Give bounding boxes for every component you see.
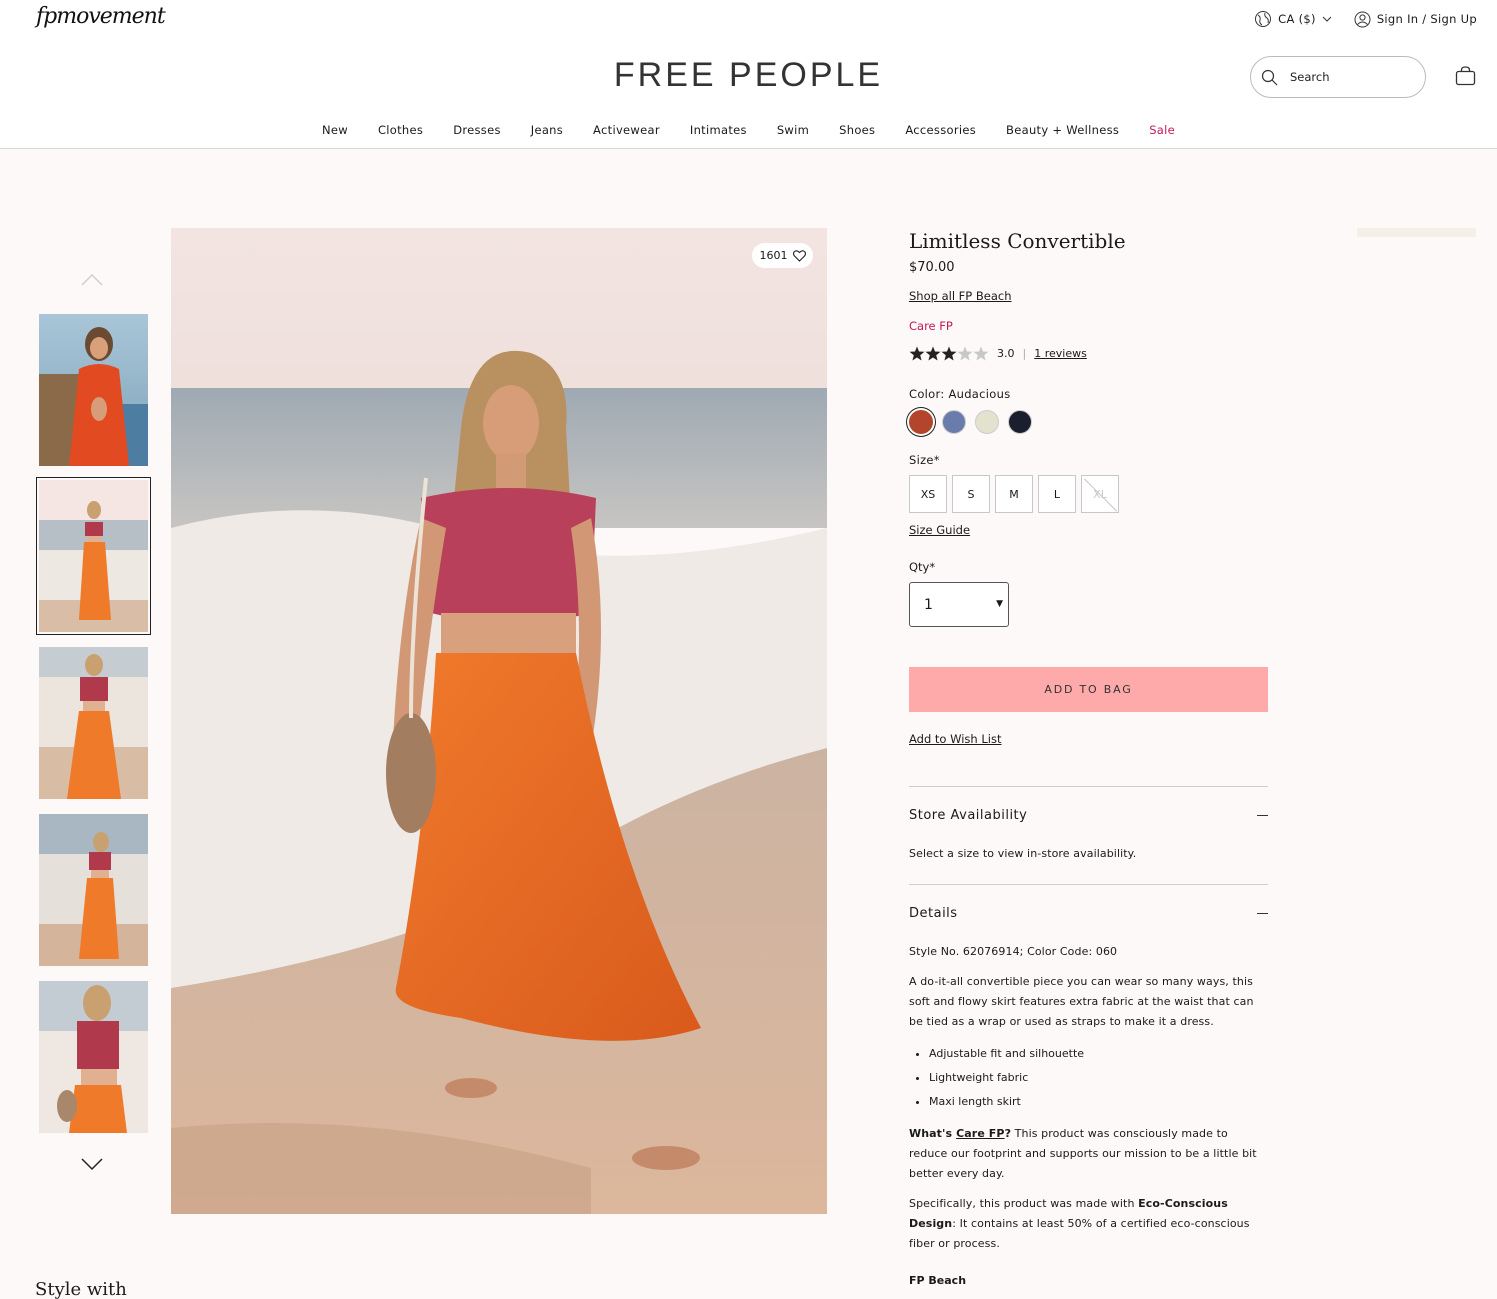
thumbnail-2[interactable] bbox=[36, 477, 151, 635]
color-swatch-navy[interactable] bbox=[1008, 410, 1032, 434]
size-options: XS S M L XL bbox=[909, 475, 1119, 513]
thumbnail-next-button[interactable] bbox=[80, 1156, 104, 1175]
size-label: Size* bbox=[909, 453, 940, 467]
fp-movement-logo[interactable]: fpmovement bbox=[36, 4, 166, 29]
eco-suffix: : It contains at least 50% of a certifie… bbox=[909, 1217, 1250, 1250]
color-swatch-audacious[interactable] bbox=[909, 410, 933, 434]
utility-bar: CA ($) Sign In / Sign Up bbox=[1254, 10, 1477, 28]
reviews-link[interactable]: 1 reviews bbox=[1034, 347, 1087, 360]
star-icon bbox=[941, 346, 957, 361]
region-selector[interactable]: CA ($) bbox=[1254, 10, 1332, 28]
size-guide-link[interactable]: Size Guide bbox=[909, 523, 970, 537]
region-label: CA ($) bbox=[1278, 12, 1316, 26]
search-box[interactable] bbox=[1250, 56, 1426, 98]
feature-item: Adjustable fit and silhouette bbox=[929, 1042, 1084, 1066]
care-fp-inline-link[interactable]: Care FP bbox=[956, 1127, 1005, 1140]
main-nav: New Clothes Dresses Jeans Activewear Int… bbox=[0, 123, 1497, 137]
star-icon bbox=[957, 346, 973, 361]
collection-name: FP Beach bbox=[909, 1274, 967, 1287]
nav-intimates[interactable]: Intimates bbox=[675, 123, 762, 137]
star-icon bbox=[909, 346, 925, 361]
rating-row: 3.0 | 1 reviews bbox=[909, 346, 1087, 361]
like-button[interactable]: 1601 bbox=[752, 243, 813, 268]
qty-label: Qty* bbox=[909, 560, 936, 574]
care-fp-link[interactable]: Care FP bbox=[909, 319, 953, 333]
size-s[interactable]: S bbox=[952, 475, 990, 513]
product-title: Limitless Convertible bbox=[909, 229, 1126, 253]
style-with-heading: Style with bbox=[35, 1279, 127, 1299]
product-price: $70.00 bbox=[909, 260, 955, 275]
size-m[interactable]: M bbox=[995, 475, 1033, 513]
loading-placeholder bbox=[1357, 228, 1476, 237]
care-question-prefix: What's bbox=[909, 1127, 957, 1140]
collapse-icon[interactable] bbox=[1257, 815, 1268, 816]
nav-activewear[interactable]: Activewear bbox=[578, 123, 675, 137]
product-description: A do-it-all convertible piece you can we… bbox=[909, 975, 1254, 1028]
nav-dresses[interactable]: Dresses bbox=[438, 123, 516, 137]
thumbnail-1[interactable] bbox=[39, 314, 148, 466]
shop-all-link[interactable]: Shop all FP Beach bbox=[909, 289, 1012, 303]
nav-beauty-wellness[interactable]: Beauty + Wellness bbox=[991, 123, 1134, 137]
star-rating bbox=[909, 346, 989, 361]
rating-value: 3.0 bbox=[997, 347, 1015, 360]
caret-down-icon: ▼ bbox=[996, 599, 1003, 609]
site-header: fpmovement CA ($) Sign In / Sign Up FREE… bbox=[0, 0, 1497, 149]
feature-item: Maxi length skirt bbox=[929, 1090, 1084, 1114]
rating-separator: | bbox=[1022, 347, 1027, 360]
divider bbox=[909, 884, 1268, 885]
user-icon bbox=[1354, 11, 1371, 27]
details-title[interactable]: Details bbox=[909, 906, 958, 921]
eco-conscious-text: Specifically, this product was made with… bbox=[909, 1194, 1265, 1254]
chevron-up-icon bbox=[81, 273, 103, 286]
heart-icon bbox=[792, 249, 806, 262]
sign-in-link[interactable]: Sign In / Sign Up bbox=[1354, 11, 1477, 28]
qty-value: 1 bbox=[924, 596, 933, 613]
main-product-image[interactable] bbox=[171, 228, 827, 1214]
color-swatch-blue[interactable] bbox=[942, 410, 966, 434]
size-xs[interactable]: XS bbox=[909, 475, 947, 513]
thumbnail-3[interactable] bbox=[39, 647, 148, 799]
add-to-wishlist-link[interactable]: Add to Wish List bbox=[909, 732, 1001, 746]
feature-list: Adjustable fit and silhouette Lightweigh… bbox=[909, 1042, 1084, 1114]
nav-sale[interactable]: Sale bbox=[1134, 123, 1190, 137]
sign-in-label: Sign In / Sign Up bbox=[1376, 12, 1477, 26]
size-xl[interactable]: XL bbox=[1081, 475, 1119, 513]
search-icon[interactable] bbox=[1261, 69, 1278, 86]
color-label: Color: Audacious bbox=[909, 387, 1011, 401]
nav-accessories[interactable]: Accessories bbox=[890, 123, 991, 137]
eco-prefix: Specifically, this product was made with bbox=[909, 1197, 1139, 1210]
qty-select[interactable]: 1 ▼ bbox=[909, 582, 1009, 627]
collapse-icon[interactable] bbox=[1257, 913, 1268, 914]
store-availability-text: Select a size to view in-store availabil… bbox=[909, 847, 1137, 860]
thumbnail-5[interactable] bbox=[39, 981, 148, 1133]
nav-swim[interactable]: Swim bbox=[762, 123, 824, 137]
nav-shoes[interactable]: Shoes bbox=[824, 123, 890, 137]
color-swatches bbox=[909, 410, 1032, 434]
feature-item: Lightweight fabric bbox=[929, 1066, 1084, 1090]
chevron-down-icon bbox=[81, 1158, 103, 1171]
star-icon bbox=[925, 346, 941, 361]
style-number: Style No. 62076914; Color Code: 060 bbox=[909, 945, 1118, 958]
chevron-down-icon bbox=[1322, 16, 1332, 22]
care-fp-explanation: What's Care FP? This product was conscio… bbox=[909, 1124, 1259, 1184]
thumbnail-4[interactable] bbox=[39, 814, 148, 966]
nav-jeans[interactable]: Jeans bbox=[516, 123, 578, 137]
shopping-bag-button[interactable] bbox=[1455, 66, 1476, 90]
search-input[interactable] bbox=[1290, 70, 1400, 84]
like-count: 1601 bbox=[759, 249, 788, 262]
divider bbox=[909, 786, 1268, 787]
globe-icon bbox=[1255, 11, 1272, 27]
store-availability-title[interactable]: Store Availability bbox=[909, 808, 1027, 823]
shopping-bag-icon bbox=[1455, 66, 1476, 86]
star-icon bbox=[973, 346, 989, 361]
nav-clothes[interactable]: Clothes bbox=[363, 123, 438, 137]
color-swatch-cream[interactable] bbox=[975, 410, 999, 434]
size-l[interactable]: L bbox=[1038, 475, 1076, 513]
nav-new[interactable]: New bbox=[307, 123, 363, 137]
thumbnail-prev-button[interactable] bbox=[80, 272, 104, 291]
add-to-bag-button[interactable]: ADD TO BAG bbox=[909, 667, 1268, 712]
